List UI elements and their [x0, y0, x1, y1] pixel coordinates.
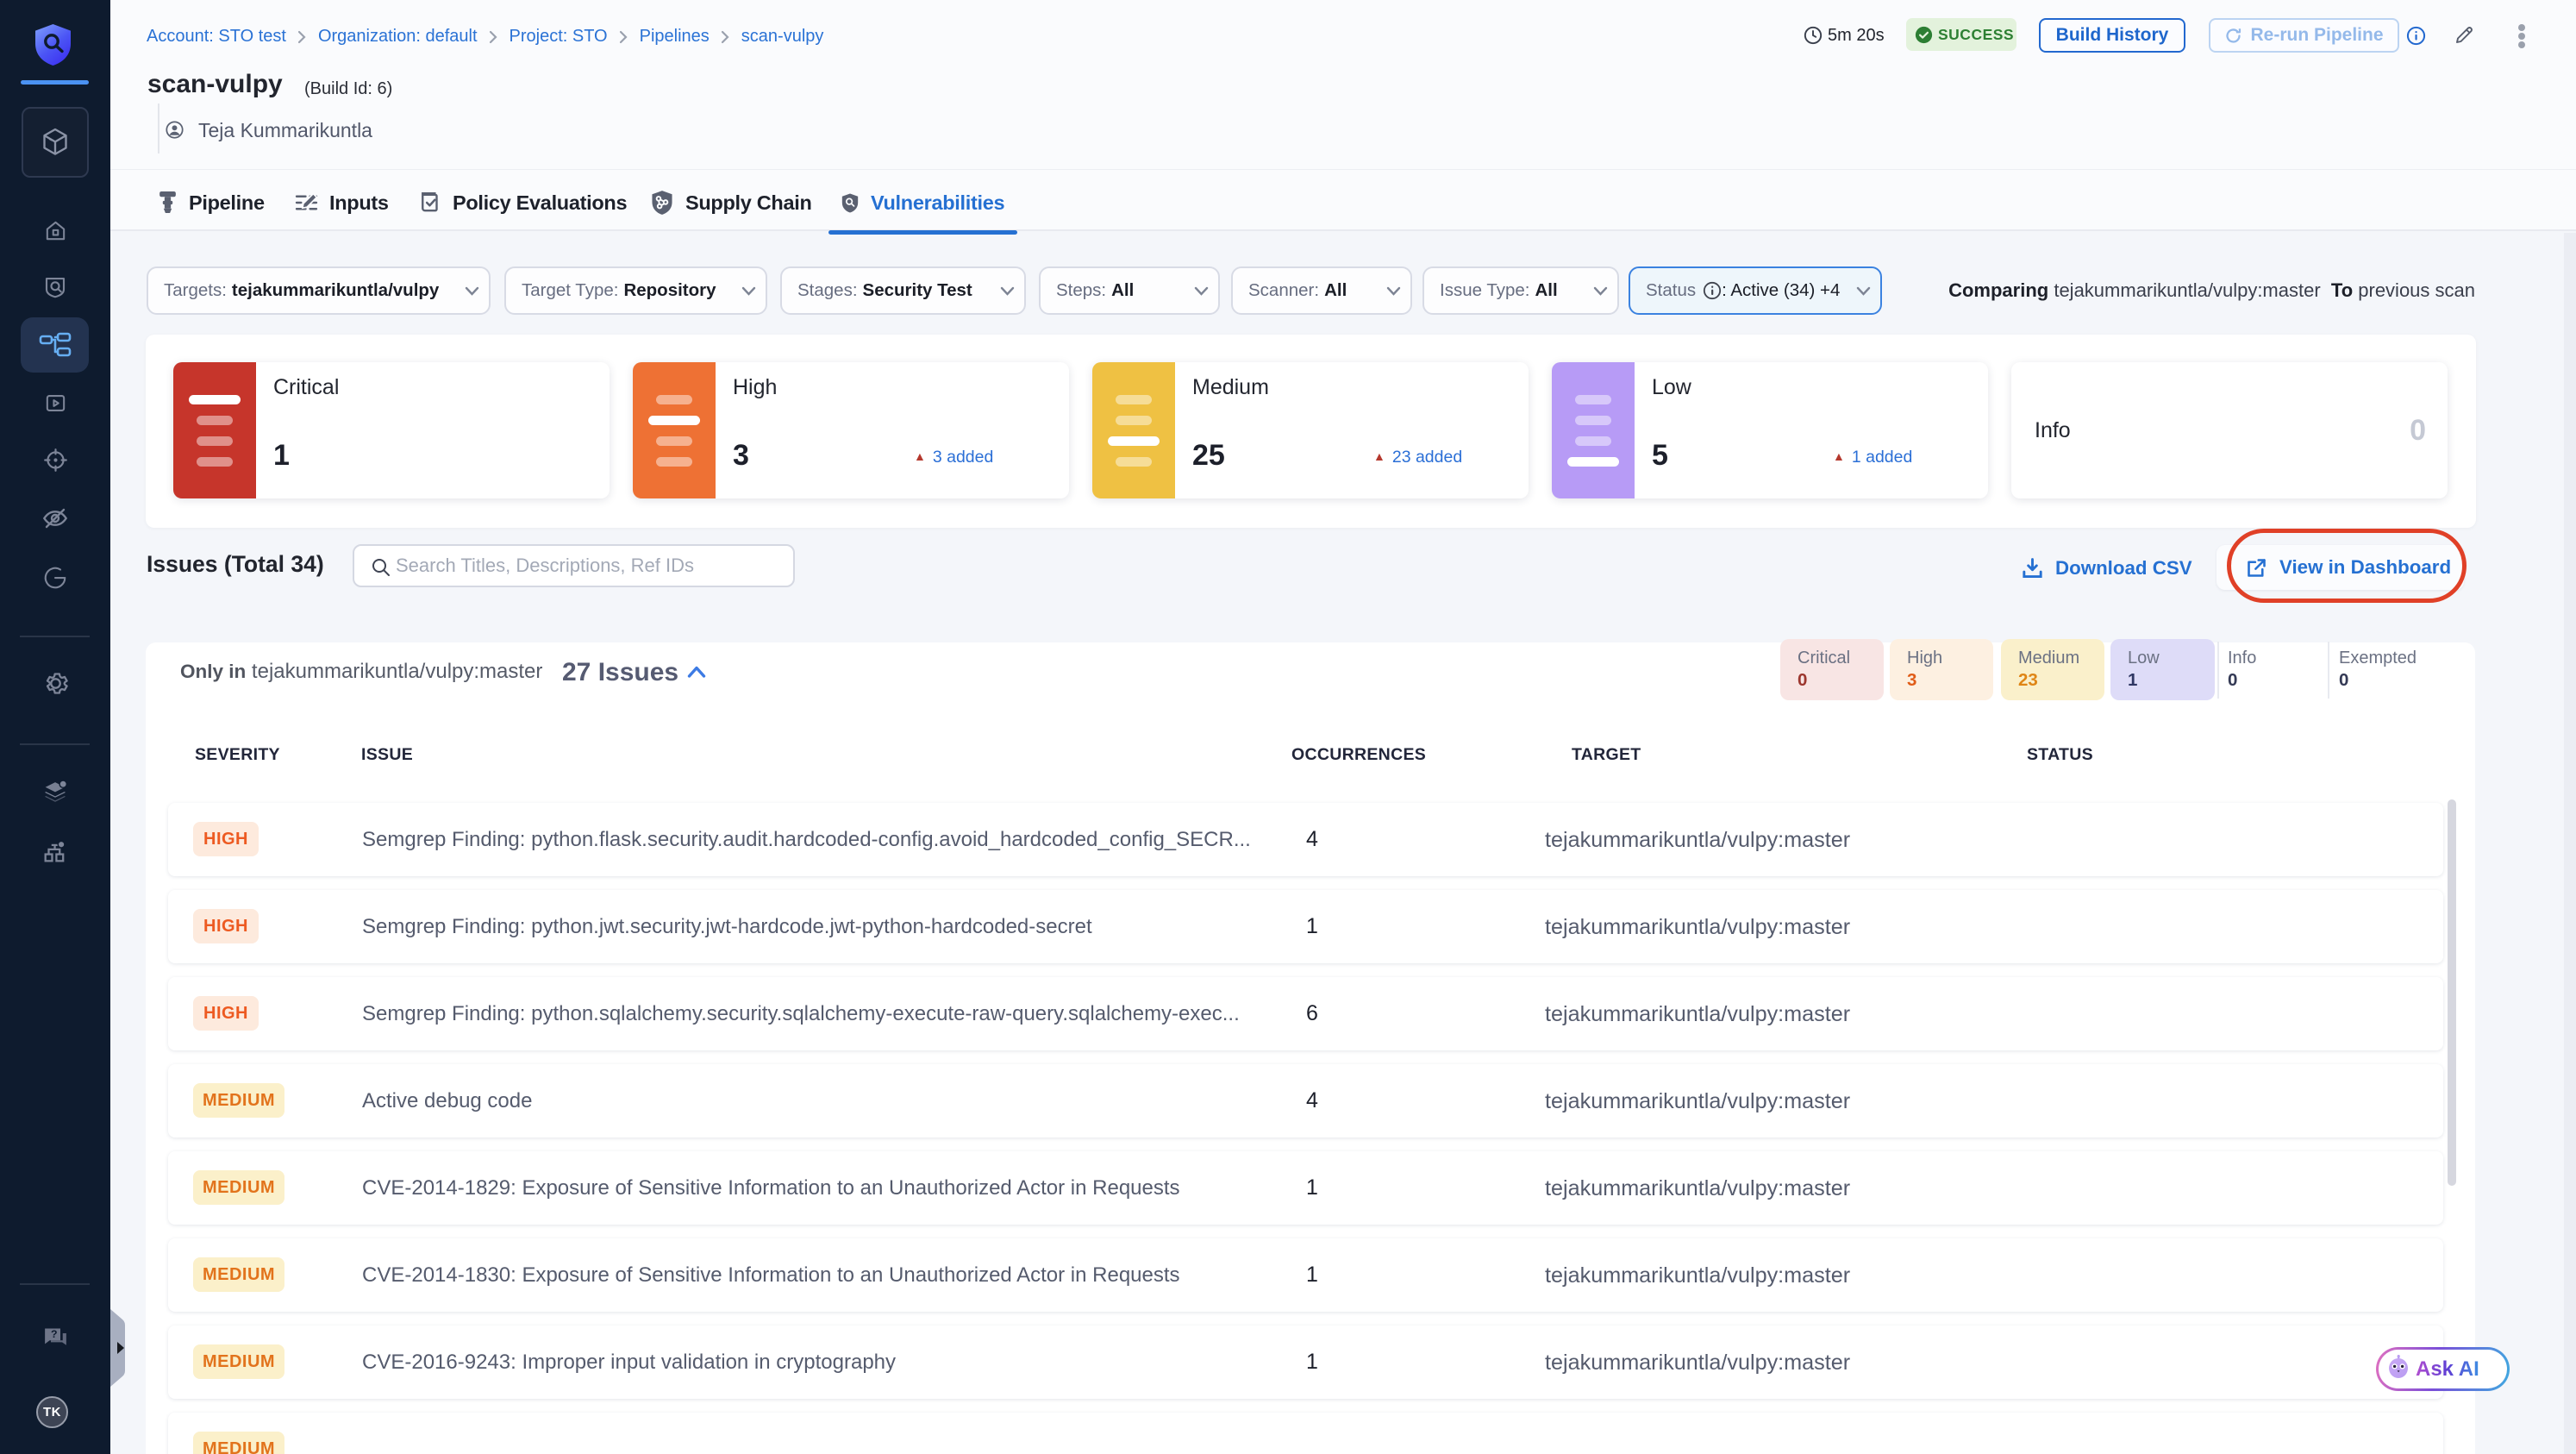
svg-text:?: ? — [51, 1328, 58, 1340]
